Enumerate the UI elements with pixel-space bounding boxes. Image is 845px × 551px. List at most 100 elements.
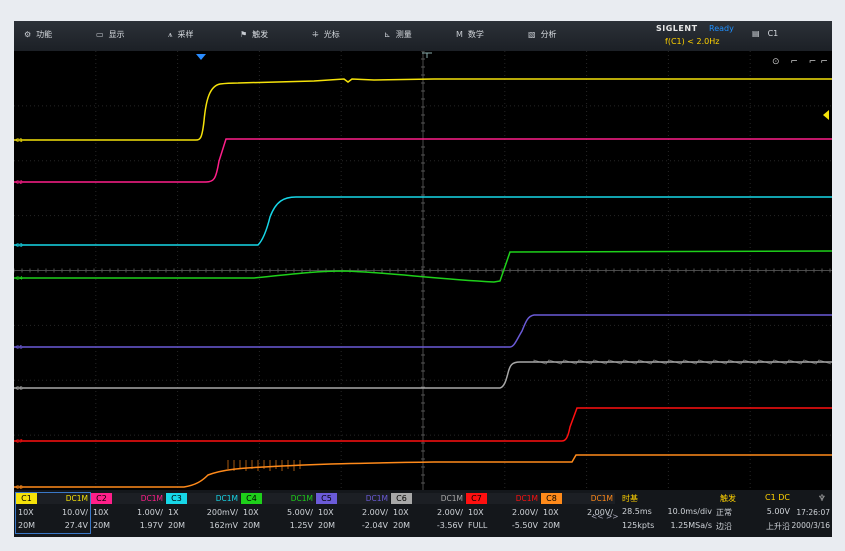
channel-probe: 1X xyxy=(168,508,179,517)
channel-offset: -5.50V xyxy=(511,521,538,530)
measure-icon: ⊾ xyxy=(384,30,391,39)
channel-scale: 5.00V/ xyxy=(287,508,313,517)
usb-icon: ♆ xyxy=(817,494,826,504)
trace-label-c6: C6 xyxy=(16,386,23,392)
screen-tools[interactable]: ⊙ ⌐ ⌐⌐ xyxy=(772,57,832,67)
math-icon: M xyxy=(456,30,463,39)
channel-select[interactable]: ▤ C1 xyxy=(752,29,778,38)
channel-select-label: C1 xyxy=(767,29,779,38)
channel-tag: C4 xyxy=(241,493,262,504)
channel-bandwidth: 20M xyxy=(18,521,36,530)
menu-item-7[interactable]: ▧ 分析 xyxy=(528,29,557,40)
channel-bandwidth: 20M xyxy=(393,521,411,530)
gear-icon: ⚙ xyxy=(24,30,32,39)
flag-icon: ⚑ xyxy=(240,30,248,39)
trigger-position-marker xyxy=(196,54,206,60)
menu-item-label: 数学 xyxy=(467,30,484,39)
timebase-title: 时基 xyxy=(622,494,638,503)
monitor-icon: ▭ xyxy=(96,30,104,39)
channel-scale: 200mV/ xyxy=(206,508,238,517)
channel-offset: 1.97V xyxy=(139,521,163,530)
timebase-delay: 28.5ms xyxy=(622,507,652,516)
channel-coupling: DC1M xyxy=(440,494,463,503)
channel-offset: -3.56V xyxy=(436,521,463,530)
menu-item-3[interactable]: ⚑ 触发 xyxy=(240,29,268,40)
channel-coupling: DC1M xyxy=(590,494,613,503)
channel-tag: C2 xyxy=(91,493,112,504)
channel-tag: C3 xyxy=(166,493,187,504)
trace-label-c5: C5 xyxy=(16,345,23,351)
channel-probe: 10X xyxy=(468,508,484,517)
channel-scale: 2.00V/ xyxy=(362,508,388,517)
clock-panel: ♆ 17:26:07 2000/3/16 xyxy=(785,493,832,533)
memory-depth: 125kpts xyxy=(622,521,655,530)
channel-scale: 2.00V/ xyxy=(437,508,463,517)
channel-box-c2[interactable]: C2 DC1M 10X 1.00V/20M 1.97V xyxy=(91,493,165,533)
menu-item-1[interactable]: ▭ 显示 xyxy=(96,29,125,40)
sampling-icon: ⩚ xyxy=(168,30,173,39)
channel-coupling: DC1M xyxy=(215,494,238,503)
menu-item-0[interactable]: ⚙ 功能 xyxy=(24,29,52,40)
clock-time: 17:26:07 xyxy=(796,508,830,517)
menu-item-label: 触发 xyxy=(252,30,269,39)
oscilloscope-screen: ⚙ 功能 ▭ 显示 ⩚ 采样 ⚑ 触发 ⁜ 光标 ⊾ 测量 M 数学 ▧ 分析 SIGLENT Ready f… xyxy=(14,21,832,537)
channel-box-c6[interactable]: C6 DC1M 10X 2.00V/20M -3.56V xyxy=(391,493,465,533)
trace-label-c7: C7 xyxy=(16,439,23,445)
channel-bandwidth: 20M xyxy=(243,521,261,530)
channel-tag: C7 xyxy=(466,493,487,504)
status-bar: C1 DC1M 10X 10.0V/20M 27.4V C2 DC1M 10X 1.00V/20… xyxy=(14,490,832,537)
channel-offset: 162mV xyxy=(209,521,238,530)
brand-panel: SIGLENT Ready f(C1) < 2.0Hz xyxy=(642,21,740,51)
channel-bandwidth: 20M xyxy=(93,521,111,530)
clock-date: 2000/3/16 xyxy=(791,521,830,530)
channel-offset: 27.4V xyxy=(64,521,88,530)
trace-label-c2: C2 xyxy=(16,180,23,186)
channel-box-c4[interactable]: C4 DC1M 10X 5.00V/20M 1.25V xyxy=(241,493,315,533)
channel-probe: 10X xyxy=(393,508,409,517)
menu-item-5[interactable]: ⊾ 测量 xyxy=(384,29,412,40)
channel-scale: 1.00V/ xyxy=(137,508,163,517)
menu-item-4[interactable]: ⁜ 光标 xyxy=(312,29,340,40)
brand-logo: SIGLENT xyxy=(656,24,698,33)
channel-offset: -2.04V xyxy=(361,521,388,530)
menu-item-label: 分析 xyxy=(540,30,557,39)
channel-bandwidth: 20M xyxy=(168,521,186,530)
channel-scale: 2.00V/ xyxy=(512,508,538,517)
menu-item-label: 光标 xyxy=(323,30,340,39)
channel-tag: C8 xyxy=(541,493,562,504)
channel-probe: 10X xyxy=(18,508,34,517)
timebase-panel[interactable]: 时基 28.5ms 10.0ms/div 125kpts 1.25MSa/s xyxy=(618,493,712,533)
analysis-icon: ▧ xyxy=(528,30,536,39)
channel-box-c7[interactable]: C7 DC1M 10X 2.00V/FULL -5.50V xyxy=(466,493,540,533)
channel-bandwidth: 20M xyxy=(543,521,561,530)
channel-box-c5[interactable]: C5 DC1M 10X 2.00V/20M -2.04V xyxy=(316,493,390,533)
channel-coupling: DC1M xyxy=(140,494,163,503)
trigger-level-marker xyxy=(823,110,829,120)
page-arrows[interactable]: << >> xyxy=(591,512,619,521)
trace-label-c1: C1 xyxy=(16,138,23,144)
waveform-grid[interactable]: C1C2C3C4C5C6C7C8 xyxy=(14,51,832,490)
trigger-type: 边沿 xyxy=(716,522,732,531)
channel-coupling: DC1M xyxy=(515,494,538,503)
channel-box-c3[interactable]: C3 DC1M 1X 200mV/20M 162mV xyxy=(166,493,240,533)
trace-label-c4: C4 xyxy=(16,276,23,282)
channel-coupling: DC1M xyxy=(65,494,88,503)
channel-box-c1[interactable]: C1 DC1M 10X 10.0V/20M 27.4V xyxy=(15,492,91,534)
trigger-frequency: f(C1) < 2.0Hz xyxy=(665,37,720,46)
menu-item-label: 测量 xyxy=(395,30,412,39)
menu-item-6[interactable]: M 数学 xyxy=(456,29,484,40)
sample-rate: 1.25MSa/s xyxy=(670,521,712,530)
menu-item-2[interactable]: ⩚ 采样 xyxy=(168,29,194,40)
trigger-mode: 正常 xyxy=(716,508,732,517)
channel-coupling: DC1M xyxy=(290,494,313,503)
channel-list-icon: ▤ xyxy=(752,29,760,38)
channel-probe: 10X xyxy=(543,508,559,517)
channel-probe: 10X xyxy=(243,508,259,517)
channel-tag: C6 xyxy=(391,493,412,504)
channel-offset: 1.25V xyxy=(289,521,313,530)
channel-probe: 10X xyxy=(93,508,109,517)
channel-tag: C1 xyxy=(16,493,37,504)
run-status: Ready xyxy=(709,24,734,33)
trigger-panel[interactable]: 触发 C1 DC 正常 5.00V 边沿 上升沿 xyxy=(712,493,794,533)
trace-label-c3: C3 xyxy=(16,243,23,249)
